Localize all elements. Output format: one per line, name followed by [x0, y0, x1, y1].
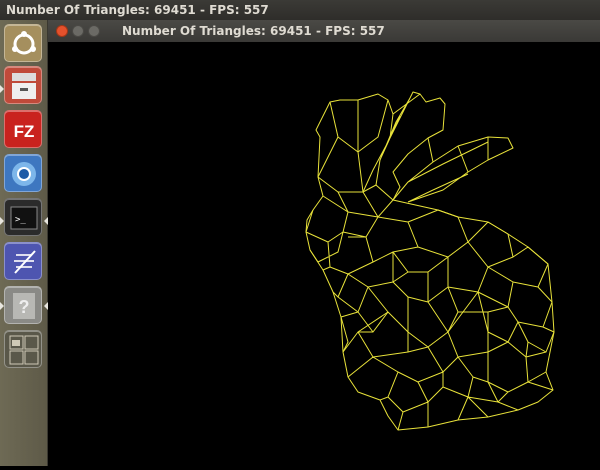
- bunny-outline: [305, 93, 555, 431]
- launcher-filezilla-button[interactable]: FZ: [4, 110, 42, 148]
- body-mesh-detail: [332, 251, 547, 358]
- workspace-switcher-icon: [9, 335, 39, 365]
- launcher-terminal-button[interactable]: >_: [4, 198, 42, 236]
- launcher-chromium-button[interactable]: [4, 154, 42, 192]
- terminal-icon: >_: [10, 206, 38, 230]
- bunny-wireframe: [305, 91, 555, 431]
- minimize-window-button[interactable]: [72, 25, 84, 37]
- svg-text:>_: >_: [15, 215, 26, 225]
- ear-right: [392, 136, 514, 203]
- launcher-workspace-switcher-button[interactable]: [4, 330, 42, 368]
- question-mark-icon: ?: [13, 293, 35, 319]
- launcher-running-indicator: [0, 217, 4, 225]
- close-window-button[interactable]: [56, 25, 68, 37]
- svg-text:?: ?: [19, 297, 30, 317]
- chromium-icon: [12, 162, 36, 186]
- window-titlebar[interactable]: Number Of Triangles: 69451 - FPS: 557: [48, 20, 600, 42]
- filezilla-icon: FZ: [14, 122, 35, 141]
- launcher-running-indicator: [0, 302, 4, 310]
- launcher-text-editor-button[interactable]: [4, 242, 42, 280]
- launcher-ubuntu-button[interactable]: [4, 24, 42, 62]
- launcher-files-button[interactable]: [4, 66, 42, 104]
- head-mesh: [305, 99, 394, 275]
- top-panel-title: Number Of Triangles: 69451 - FPS: 557: [0, 0, 600, 20]
- ubuntu-logo-icon: [12, 31, 36, 55]
- window-title: Number Of Triangles: 69451 - FPS: 557: [122, 24, 385, 38]
- svg-text:FZ: FZ: [14, 122, 35, 141]
- text-editor-icon: [14, 250, 36, 274]
- maximize-window-button[interactable]: [88, 25, 100, 37]
- render-canvas[interactable]: [48, 42, 600, 466]
- launcher-unknown-app-button[interactable]: ?: [4, 286, 42, 324]
- launcher: FZ >_ ?: [0, 20, 48, 466]
- file-cabinet-icon: [12, 73, 36, 99]
